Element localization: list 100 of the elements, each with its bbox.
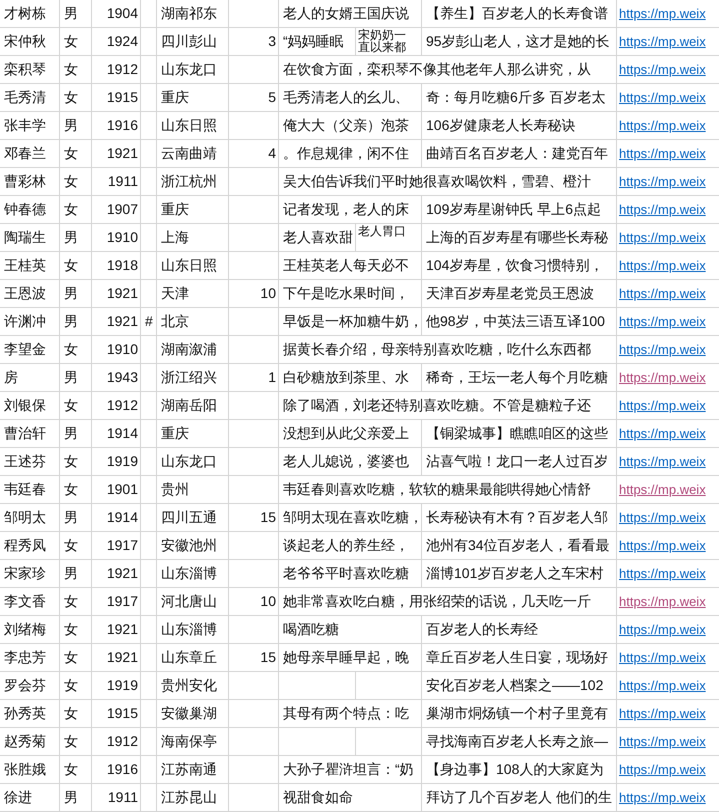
table-cell-text: 下午是吃水果时间，: [283, 284, 409, 303]
table-cell-text: 贵州: [161, 480, 189, 499]
table-cell-text: 栾积琴: [4, 60, 46, 79]
table-cell-text: 拜访了几个百岁老人 他们的生: [426, 788, 612, 807]
table-cell-text: 女: [64, 452, 78, 471]
table-cell-text: 安徽巢湖: [161, 704, 217, 723]
table-cell-text: 山东日照: [161, 256, 217, 275]
link-cell[interactable]: https://mp.weix: [619, 200, 706, 220]
table-cell-text: 1914: [106, 424, 138, 443]
table-cell-text: 刘绪梅: [4, 620, 46, 639]
table-cell-text: 四川五通: [161, 508, 217, 527]
link-cell[interactable]: https://mp.weix: [619, 620, 706, 640]
link-cell[interactable]: https://mp.weix: [619, 704, 706, 724]
table-cell-text: 女: [64, 32, 78, 51]
table-cell-text: 江苏南通: [161, 760, 217, 779]
table-cell-text: 女: [64, 676, 78, 695]
table-cell-text: 海南保亭: [161, 732, 217, 751]
link-cell[interactable]: https://mp.weix: [619, 256, 706, 276]
table-cell-text: 男: [64, 368, 78, 387]
table-cell-text: 许渊冲: [4, 312, 46, 331]
table-cell-text: 百岁老人的长寿经: [426, 620, 538, 639]
table-cell-text: 1907: [106, 200, 138, 219]
table-cell-text: 四川彭山: [161, 32, 217, 51]
table-cell-text: 房: [4, 368, 18, 387]
link-cell[interactable]: https://mp.weix: [619, 508, 706, 528]
link-cell[interactable]: https://mp.weix: [619, 368, 706, 388]
table-cell-text: 才树栋: [4, 4, 46, 23]
table-cell-text: 山东淄博: [161, 564, 217, 583]
link-cell[interactable]: https://mp.weix: [619, 760, 706, 780]
table-cell-text: 韦廷春则喜欢吃糖，软软的糖果最能哄得她心情舒: [283, 480, 591, 499]
link-cell[interactable]: https://mp.weix: [619, 4, 706, 24]
table-cell-text: 巢湖市烔炀镇一个村子里竟有: [426, 704, 608, 723]
link-cell[interactable]: https://mp.weix: [619, 788, 706, 808]
table-cell-text: 109岁寿星谢钟氏 早上6点起: [426, 200, 602, 219]
table-cell-text: 山东龙口: [161, 452, 217, 471]
link-cell[interactable]: https://mp.weix: [619, 396, 706, 416]
table-cell-text: 3: [268, 32, 276, 51]
link-cell[interactable]: https://mp.weix: [619, 564, 706, 584]
link-cell[interactable]: https://mp.weix: [619, 228, 706, 248]
table-cell-text: 其母有两个特点：吃: [283, 704, 409, 723]
table-cell-text: 1917: [106, 536, 138, 555]
link-cell[interactable]: https://mp.weix: [619, 536, 706, 556]
table-cell-text: 女: [64, 200, 78, 219]
table-cell-text: 1919: [106, 452, 138, 471]
table-cell-text: 钟春德: [4, 200, 46, 219]
link-cell[interactable]: https://mp.weix: [619, 32, 706, 52]
table-cell-text: 1912: [106, 396, 138, 415]
table-cell-text: 曲靖百名百岁老人：建党百年: [426, 144, 608, 163]
table-cell-text: 徐进: [4, 788, 32, 807]
table-cell-text: 男: [64, 228, 78, 247]
link-cell[interactable]: https://mp.weix: [619, 60, 706, 80]
link-cell[interactable]: https://mp.weix: [619, 340, 706, 360]
table-cell-text: 女: [64, 704, 78, 723]
table-cell-text: 王恩波: [4, 284, 46, 303]
table-cell-text: 1912: [106, 732, 138, 751]
link-cell[interactable]: https://mp.weix: [619, 172, 706, 192]
link-cell[interactable]: https://mp.weix: [619, 592, 706, 612]
table-cell-text: 【铜梁城事】瞧瞧咱区的这些: [426, 424, 608, 443]
table-cell-text: 记者发现，老人的床: [283, 200, 409, 219]
table-cell-text: 1915: [106, 704, 138, 723]
table-cell-text: 宋仲秋: [4, 32, 46, 51]
table-cell-text: 10: [260, 284, 276, 303]
table-cell-text: 10: [260, 592, 276, 611]
table-cell-text: 男: [64, 312, 78, 331]
table-cell-text: 1: [268, 368, 276, 387]
link-cell[interactable]: https://mp.weix: [619, 312, 706, 332]
table-cell-text: 老人喜欢甜: [283, 228, 353, 247]
link-cell[interactable]: https://mp.weix: [619, 284, 706, 304]
table-cell-text: 云南曲靖: [161, 144, 217, 163]
table-cell-text: 赵秀菊: [4, 732, 46, 751]
table-cell-text: 女: [64, 144, 78, 163]
link-cell[interactable]: https://mp.weix: [619, 648, 706, 668]
link-cell[interactable]: https://mp.weix: [619, 144, 706, 164]
table-cell-text: 1910: [106, 340, 138, 359]
table-cell-text: 谈起老人的养生经，: [283, 536, 409, 555]
table-cell-text: 女: [64, 732, 78, 751]
table-cell-text: 毛秀清老人的幺儿、: [283, 88, 409, 107]
table-cell-text: 天津百岁寿星老党员王恩波: [426, 284, 594, 303]
table-cell-text: 1915: [106, 88, 138, 107]
table-cell-text: 安徽池州: [161, 536, 217, 555]
table-cell-text: 女: [64, 60, 78, 79]
link-cell[interactable]: https://mp.weix: [619, 452, 706, 472]
table-cell-text: 男: [64, 4, 78, 23]
link-cell[interactable]: https://mp.weix: [619, 676, 706, 696]
table-cell-text: 毛秀清: [4, 88, 46, 107]
table-cell-text: 贵州安化: [161, 676, 217, 695]
link-cell[interactable]: https://mp.weix: [619, 480, 706, 500]
link-cell[interactable]: https://mp.weix: [619, 732, 706, 752]
table-cell-text: 浙江杭州: [161, 172, 217, 191]
table-cell-text: 4: [268, 144, 276, 163]
table-cell-text: 1911: [108, 788, 138, 807]
table-cell-text: 1924: [106, 32, 138, 51]
link-cell[interactable]: https://mp.weix: [619, 88, 706, 108]
table-cell-text: 1918: [106, 256, 138, 275]
link-cell[interactable]: https://mp.weix: [619, 116, 706, 136]
table-cell-text: 15: [260, 508, 276, 527]
table-cell-text: 宋家珍: [4, 564, 46, 583]
link-cell[interactable]: https://mp.weix: [619, 424, 706, 444]
table-cell-text: 陶瑞生: [4, 228, 46, 247]
table-cell-text: 她非常喜欢吃白糖，用张绍荣的话说，几天吃一斤: [283, 592, 591, 611]
